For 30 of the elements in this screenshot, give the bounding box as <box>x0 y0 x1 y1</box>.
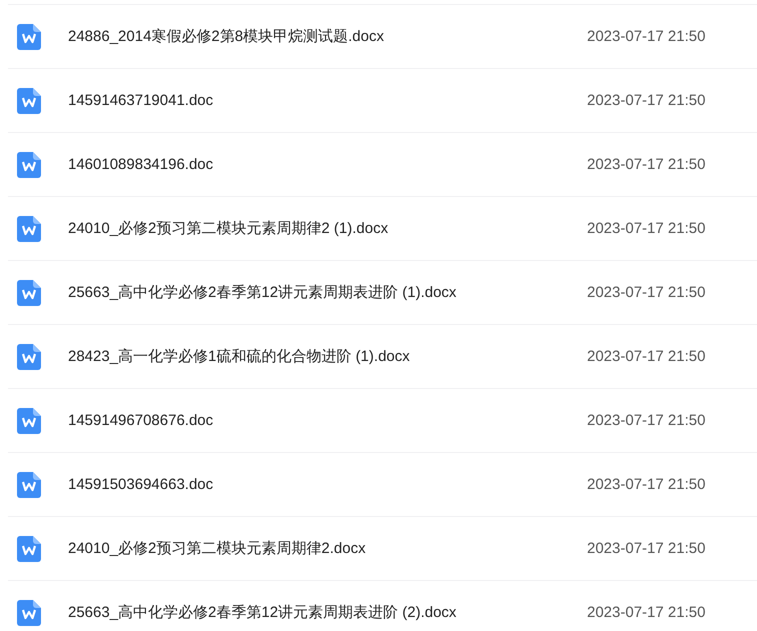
file-name[interactable]: 24886_2014寒假必修2第8模块甲烷测试题.docx <box>68 27 587 46</box>
file-name[interactable]: 25663_高中化学必修2春季第12讲元素周期表进阶 (2).docx <box>68 603 587 622</box>
file-name[interactable]: 14591496708676.doc <box>68 412 587 429</box>
modified-time: 2023-07-17 21:50 <box>587 156 706 173</box>
modified-time: 2023-07-17 21:50 <box>587 92 706 109</box>
modified-time: 2023-07-17 21:50 <box>587 284 706 301</box>
word-document-icon <box>17 600 41 626</box>
word-document-icon <box>17 472 41 498</box>
word-document-icon <box>17 536 41 562</box>
modified-time: 2023-07-17 21:50 <box>587 348 706 365</box>
file-name[interactable]: 14601089834196.doc <box>68 156 587 173</box>
word-document-icon <box>17 216 41 242</box>
word-document-icon <box>17 24 41 50</box>
modified-time: 2023-07-17 21:50 <box>587 540 706 557</box>
file-name[interactable]: 24010_必修2预习第二模块元素周期律2.docx <box>68 539 587 558</box>
modified-time: 2023-07-17 21:50 <box>587 604 706 621</box>
word-document-icon <box>17 88 41 114</box>
file-name[interactable]: 28423_高一化学必修1硫和硫的化合物进阶 (1).docx <box>68 347 587 366</box>
word-document-icon <box>17 408 41 434</box>
word-document-icon <box>17 280 41 306</box>
modified-time: 2023-07-17 21:50 <box>587 28 706 45</box>
modified-time: 2023-07-17 21:50 <box>587 220 706 237</box>
file-name[interactable]: 24010_必修2预习第二模块元素周期律2 (1).docx <box>68 219 587 238</box>
modified-time: 2023-07-17 21:50 <box>587 412 706 429</box>
modified-time: 2023-07-17 21:50 <box>587 476 706 493</box>
file-name[interactable]: 25663_高中化学必修2春季第12讲元素周期表进阶 (1).docx <box>68 283 587 302</box>
file-name[interactable]: 14591503694663.doc <box>68 476 587 493</box>
file-name[interactable]: 14591463719041.doc <box>68 92 587 109</box>
word-document-icon <box>17 344 41 370</box>
word-document-icon <box>17 152 41 178</box>
